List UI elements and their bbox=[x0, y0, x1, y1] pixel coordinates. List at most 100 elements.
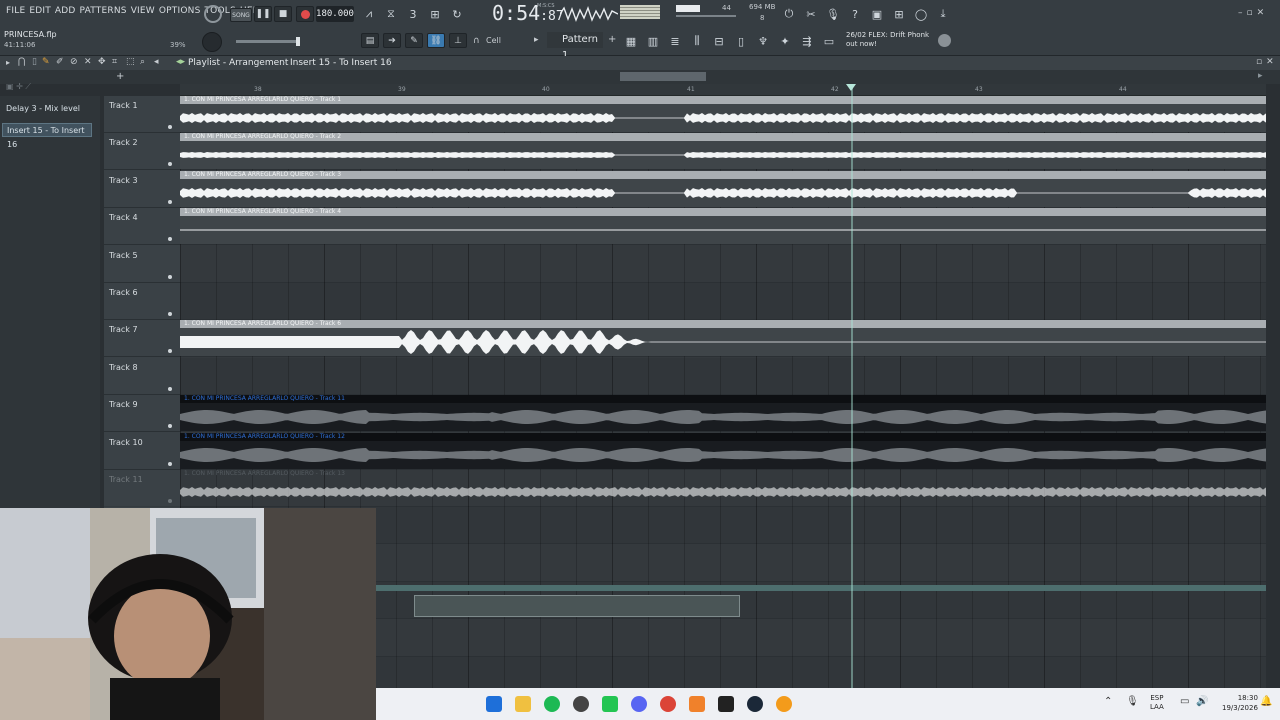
track-mute-led[interactable] bbox=[168, 499, 172, 503]
snap-select[interactable]: Cell bbox=[486, 36, 501, 45]
playlist-icon[interactable]: ▦ bbox=[622, 32, 640, 50]
chrome-icon[interactable] bbox=[660, 696, 676, 712]
automation-clip-header[interactable] bbox=[376, 585, 1266, 591]
playback-tool-icon[interactable]: ◂ bbox=[154, 57, 159, 67]
track-header[interactable]: Track 9 bbox=[104, 395, 180, 433]
zoom-tool-icon[interactable]: ⌕ bbox=[140, 57, 145, 67]
audio-clip[interactable]: 1. CON MI PRINCESA ARREGLARLO QUIERO - T… bbox=[180, 320, 1266, 357]
piano-roll-icon[interactable]: ▥ bbox=[644, 32, 662, 50]
add-pattern-icon[interactable]: + bbox=[608, 34, 616, 45]
track-mute-led[interactable] bbox=[168, 199, 172, 204]
app-icon[interactable] bbox=[573, 696, 589, 712]
audio-clip[interactable]: 1. CON MI PRINCESA ARREGLARLO QUIERO - T… bbox=[180, 96, 1266, 132]
track-header[interactable]: Track 11 bbox=[104, 470, 180, 507]
record-button[interactable] bbox=[296, 6, 314, 22]
tempo-display[interactable]: 180.000 bbox=[316, 6, 354, 22]
tray-mic-icon[interactable]: 🎙 bbox=[1126, 696, 1139, 707]
panic-icon[interactable]: ⏻ bbox=[780, 5, 798, 23]
track-header[interactable]: Track 4 bbox=[104, 208, 180, 246]
menu-options[interactable]: OPTIONS bbox=[159, 6, 201, 16]
chat-icon[interactable]: ◯ bbox=[912, 5, 930, 23]
language-indicator[interactable]: ESP LAA bbox=[1150, 694, 1164, 712]
master-volume-slider[interactable] bbox=[236, 40, 300, 43]
main-volume-knob[interactable] bbox=[202, 32, 222, 52]
playlist-menu-arrow-icon[interactable]: ▸ bbox=[6, 58, 10, 67]
track-mute-led[interactable] bbox=[168, 274, 172, 279]
menu-view[interactable]: VIEW bbox=[131, 6, 155, 16]
menu-add[interactable]: ADD bbox=[55, 6, 76, 16]
wand-icon[interactable]: ✦ bbox=[776, 32, 794, 50]
window-controls[interactable]: –▫✕ bbox=[1238, 8, 1268, 18]
track-header[interactable]: Track 2 bbox=[104, 133, 180, 171]
track-mute-led[interactable] bbox=[168, 349, 172, 354]
clock[interactable]: 18:30 19/3/2026 bbox=[1222, 693, 1258, 713]
store-icon[interactable]: ▭ bbox=[820, 32, 838, 50]
audio-clip[interactable]: 1. CON MI PRINCESA ARREGLARLO QUIERO - T… bbox=[180, 208, 1266, 245]
master-pitch-knob[interactable] bbox=[204, 5, 222, 23]
discord-icon[interactable] bbox=[631, 696, 647, 712]
pause-button[interactable]: ❚❚ bbox=[254, 6, 272, 22]
magnet-snap-icon[interactable]: ⋂ bbox=[18, 57, 25, 67]
playlist-nav-arrow-icon[interactable]: ◂▸ bbox=[176, 57, 185, 67]
browser-icon[interactable]: ⊟ bbox=[710, 32, 728, 50]
track-header[interactable]: Track 7 bbox=[104, 320, 180, 358]
menu-edit[interactable]: EDIT bbox=[29, 6, 51, 16]
game-icon[interactable] bbox=[602, 696, 618, 712]
picker-item-delay[interactable]: Delay 3 - Mix level bbox=[2, 102, 92, 116]
draw-tool-icon[interactable]: ✎ bbox=[42, 57, 50, 67]
plugin-icon[interactable]: ⊞ bbox=[890, 5, 908, 23]
slice-tool-icon[interactable]: ⌗ bbox=[112, 57, 117, 67]
microphone-icon[interactable]: 🎙 bbox=[824, 5, 842, 23]
audio-clip[interactable]: 1. CON MI PRINCESA ARREGLARLO QUIERO - T… bbox=[180, 395, 1266, 432]
menu-file[interactable]: FILE bbox=[6, 6, 25, 16]
fl-studio-icon[interactable] bbox=[689, 696, 705, 712]
mixer-link-icon[interactable]: ✂ bbox=[802, 5, 820, 23]
scroll-right-icon[interactable]: ▸ bbox=[1258, 71, 1263, 81]
lane[interactable] bbox=[180, 246, 1266, 283]
lane[interactable] bbox=[180, 357, 1266, 395]
help-icon[interactable]: ? bbox=[846, 5, 864, 23]
news-panel[interactable]: 26/02 FLEX: Drift Phonk out now! bbox=[846, 31, 929, 49]
magnet-icon[interactable]: ∩ bbox=[473, 36, 480, 46]
volume-icon[interactable]: 🔊 bbox=[1196, 696, 1208, 707]
selection-box[interactable] bbox=[414, 595, 740, 617]
pencil-tool-button[interactable]: ✎ bbox=[405, 33, 423, 48]
settings-gear-icon[interactable] bbox=[938, 34, 951, 47]
audio-clip[interactable]: 1. CON MI PRINCESA ARREGLARLO QUIERO - T… bbox=[180, 170, 1266, 207]
spotify-icon[interactable] bbox=[544, 696, 560, 712]
track-mute-led[interactable] bbox=[168, 125, 172, 129]
playhead-marker[interactable] bbox=[846, 84, 856, 91]
file-explorer-icon[interactable] bbox=[515, 696, 531, 712]
channel-rack-icon[interactable]: ≣ bbox=[666, 32, 684, 50]
track-mute-led[interactable] bbox=[168, 237, 172, 242]
pattern-song-toggle[interactable]: ▤ bbox=[361, 33, 379, 48]
add-track-icon[interactable]: + bbox=[116, 71, 124, 82]
track-mute-led[interactable] bbox=[168, 162, 172, 167]
loop-record-icon[interactable]: ↻ bbox=[448, 5, 466, 23]
start-icon[interactable] bbox=[486, 696, 502, 712]
track-header[interactable]: Track 5 bbox=[104, 246, 180, 283]
plug-icon[interactable]: ♆ bbox=[754, 32, 772, 50]
delete-tool-icon[interactable]: ⊘ bbox=[70, 57, 78, 67]
horizontal-scroll-thumb[interactable] bbox=[620, 72, 706, 81]
playlist-window-controls[interactable]: ▫✕ bbox=[1256, 57, 1278, 67]
network-icon[interactable]: ▭ bbox=[1180, 696, 1189, 707]
pattern-picker-icons[interactable]: ▣ ✛ ⟋ bbox=[6, 82, 31, 92]
track-mute-led[interactable] bbox=[168, 461, 172, 466]
slide-tool-icon[interactable]: ▯ bbox=[32, 57, 37, 67]
track-header[interactable]: Track 1 bbox=[104, 96, 180, 133]
pattern-selector[interactable]: Pattern 1 bbox=[547, 32, 603, 61]
epic-games-icon[interactable] bbox=[718, 696, 734, 712]
step-edit-icon[interactable]: ⊞ bbox=[426, 5, 444, 23]
track-header[interactable]: Track 3 bbox=[104, 171, 180, 208]
picker-item-insert[interactable]: Insert 15 - To Insert 16 bbox=[2, 123, 92, 149]
avast-icon[interactable] bbox=[776, 696, 792, 712]
menu-patterns[interactable]: PATTERNS bbox=[80, 6, 127, 16]
audio-clip[interactable]: 1. CON MI PRINCESA ARREGLARLO QUIERO - T… bbox=[180, 432, 1266, 469]
link-tool-button[interactable]: ⛓ bbox=[427, 33, 445, 48]
track-header[interactable]: Track 10 bbox=[104, 433, 180, 470]
mute-tool-icon[interactable]: ✕ bbox=[84, 57, 92, 67]
playhead[interactable] bbox=[851, 84, 853, 688]
track-mute-led[interactable] bbox=[168, 424, 172, 429]
wait-record-icon[interactable]: ⧖ bbox=[382, 5, 400, 23]
